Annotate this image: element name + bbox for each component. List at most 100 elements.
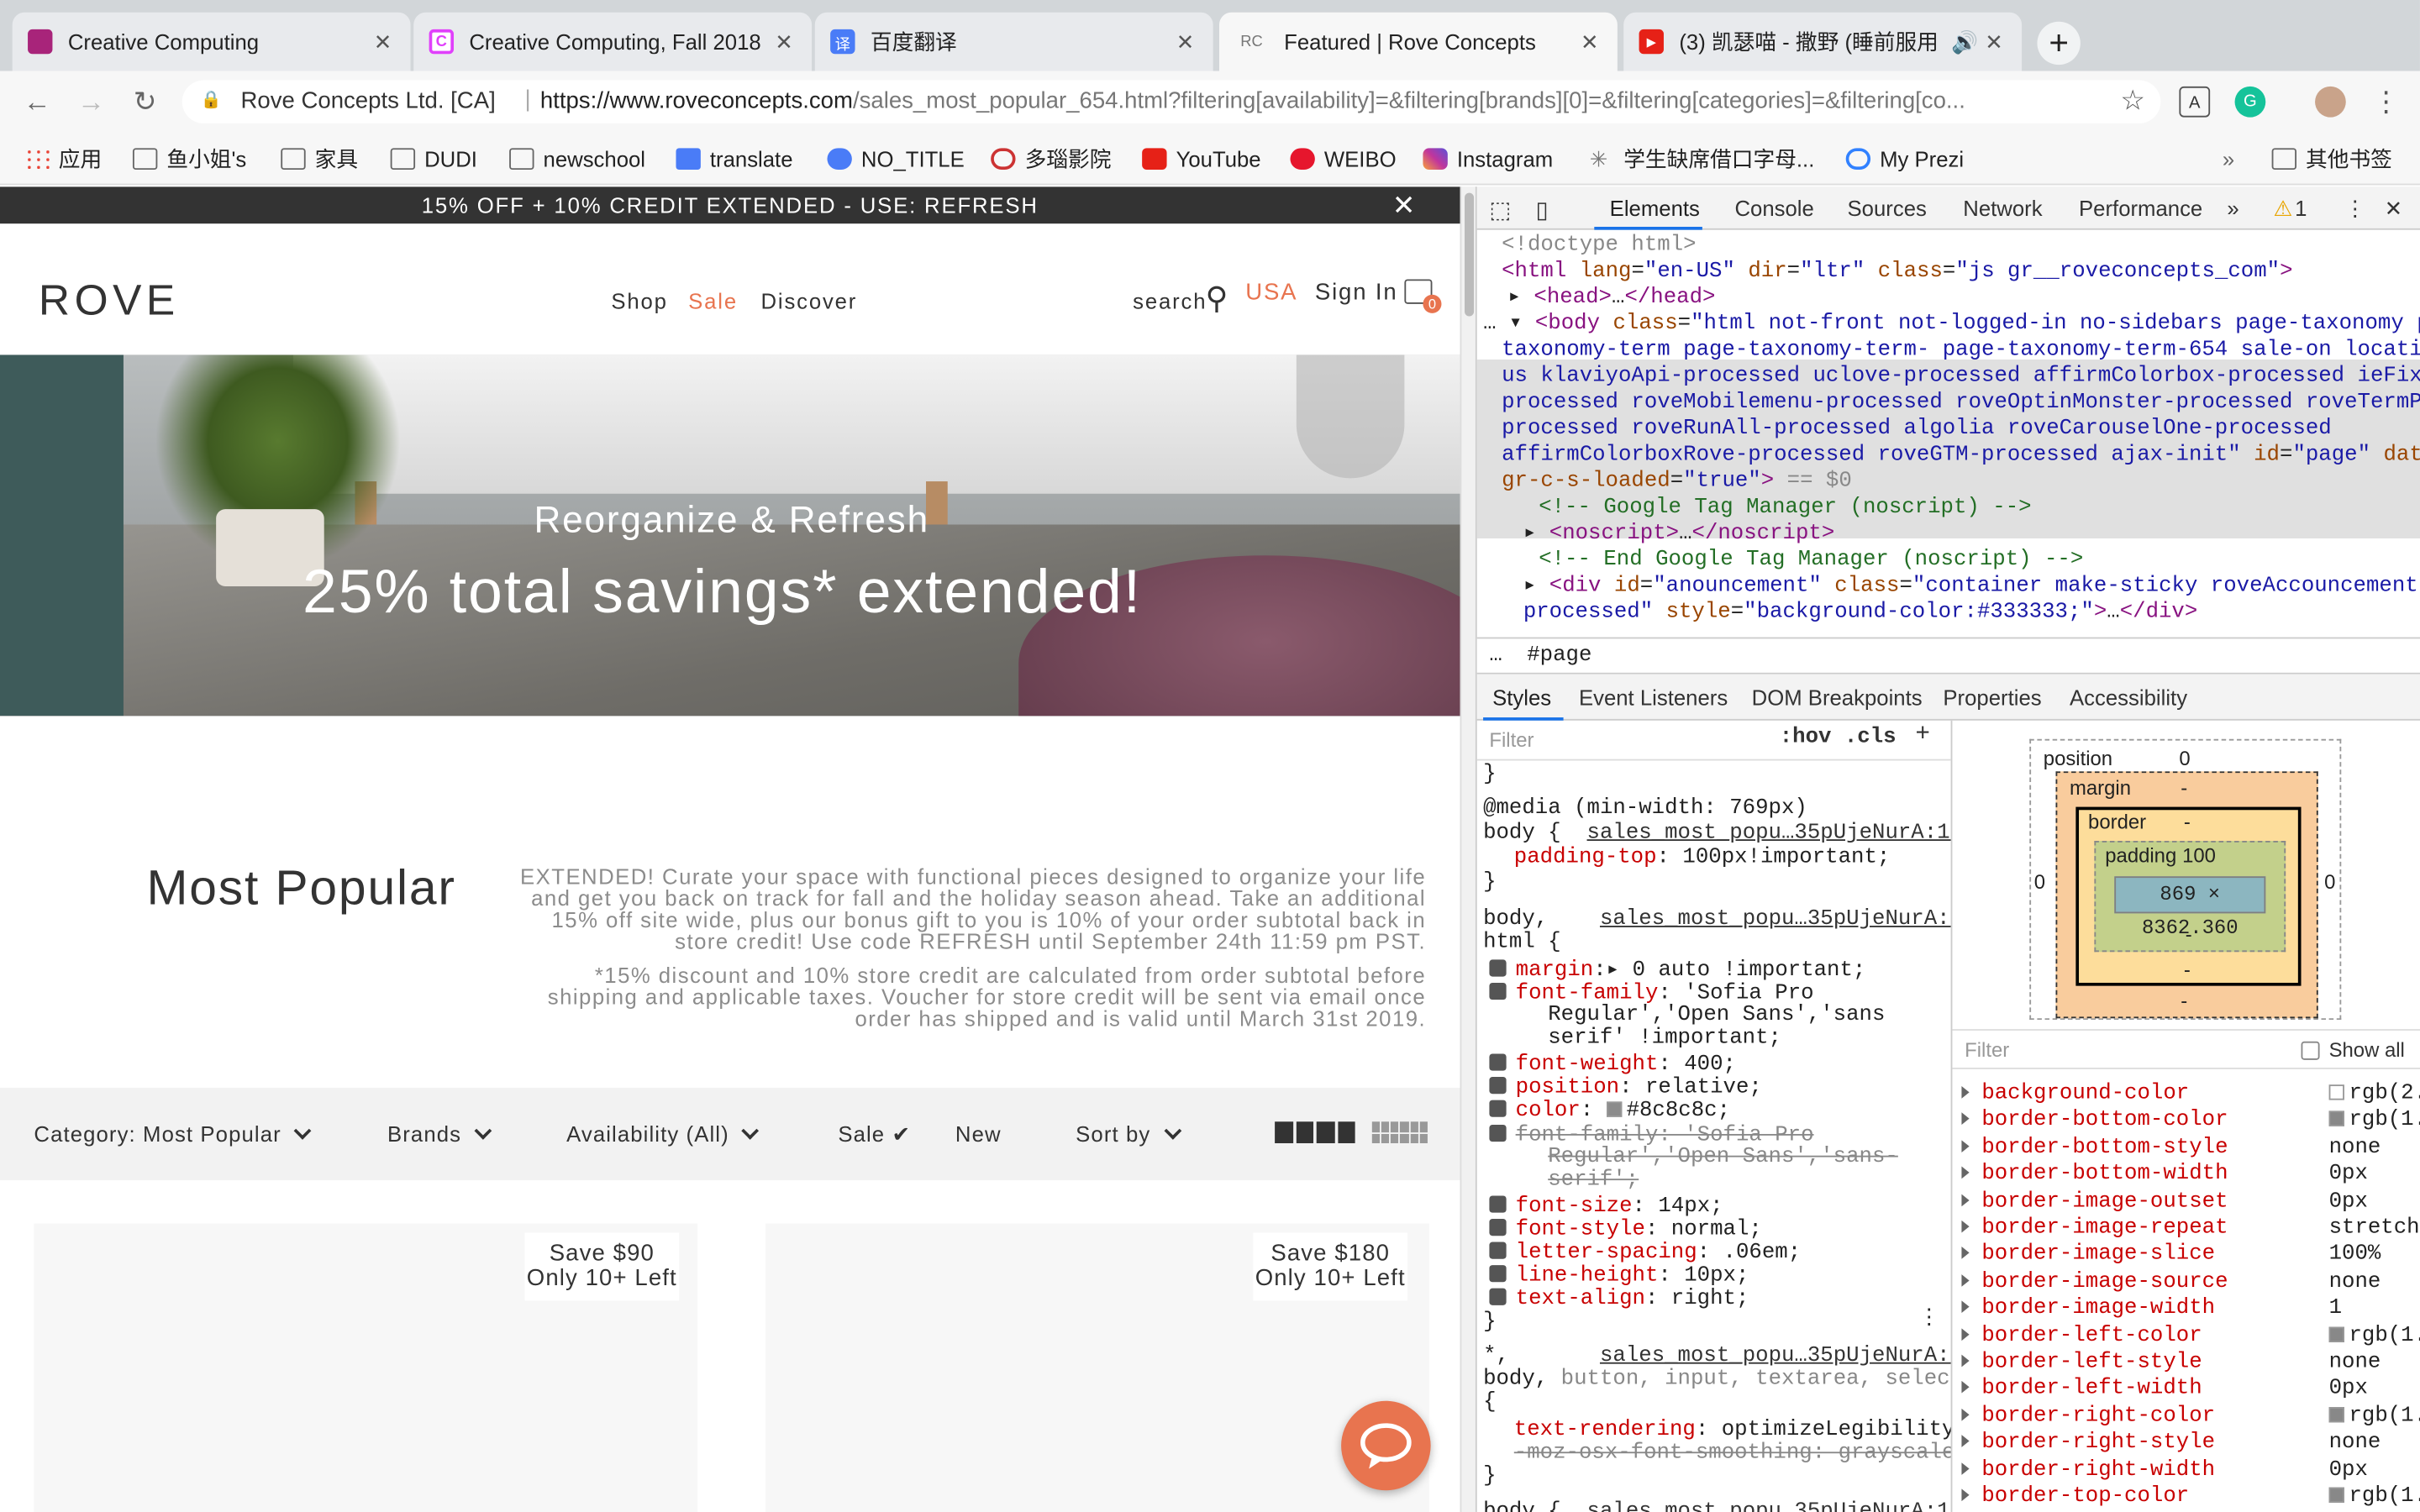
bookmark-folder[interactable]: 鱼小姐's	[132, 144, 246, 175]
box-border[interactable]: border - - padding 100 - 869 × 8362.360	[2075, 806, 2302, 986]
chat-button[interactable]	[1341, 1400, 1431, 1491]
dom-line[interactable]: ▸ <noscript>…</noscript>	[1523, 522, 1834, 547]
expand-arrow-icon[interactable]	[1961, 1462, 1970, 1475]
search-icon[interactable]: ⚲	[1205, 279, 1229, 318]
computed-property-row[interactable]: background-color rgb(2...	[1961, 1082, 2420, 1106]
product-card[interactable]: Save $180 Only 10+ Left	[765, 1223, 1429, 1512]
bookmark-prezi[interactable]: My Prezi	[1845, 144, 1964, 175]
tab-accessibility[interactable]: Accessibility	[2070, 685, 2187, 709]
box-margin[interactable]: margin - - border - - padding 100 - 869 …	[2055, 771, 2318, 1019]
hero-banner[interactable]: Reorganize & Refresh 25% total savings* …	[0, 354, 1460, 717]
close-tab-icon[interactable]: ✕	[371, 29, 395, 55]
computed-property-row[interactable]: border-left-width 0px	[1961, 1377, 2418, 1401]
new-filter[interactable]: New	[955, 1121, 1002, 1146]
dom-tree[interactable]: <!doctype html> <html lang="en-US" dir="…	[1476, 230, 2420, 638]
other-bookmarks-folder[interactable]: 其他书签	[2271, 144, 2392, 175]
dom-line[interactable]: processed" style="background-color:#3333…	[1523, 600, 2197, 625]
computed-property-row[interactable]: border-bottom-width 0px	[1961, 1162, 2418, 1187]
dom-line[interactable]: affirmColorboxRove-processed roveGTM-pro…	[1502, 443, 2420, 468]
filter-input[interactable]: Filter	[1965, 1038, 2009, 1062]
computed-property-row[interactable]: border-image-repeat stretch	[1961, 1215, 2420, 1241]
grid-small-view-icon[interactable]	[1371, 1121, 1428, 1143]
browser-tab[interactable]: ▶ (3) 凯瑟喵 - 撒野 (睡前服用 🔊 ✕	[1623, 12, 2023, 71]
computed-property-row[interactable]: border-image-slice 100%	[1961, 1242, 2418, 1268]
reload-icon[interactable]: ↻	[127, 83, 164, 120]
box-content[interactable]: 869 × 8362.360	[2114, 876, 2266, 940]
style-line[interactable]: -moz-osx-font-smoothing: grayscale;	[1514, 1441, 1951, 1466]
box-value[interactable]: 0	[2034, 870, 2045, 894]
computed-property-row[interactable]: border-image-width 1	[1961, 1296, 2418, 1321]
box-value[interactable]: -	[2184, 810, 2191, 833]
browser-tab[interactable]: 译百度翻译 ✕	[814, 12, 1213, 71]
style-line[interactable]: font-weight: 400;	[1489, 1053, 1736, 1078]
inspect-element-icon[interactable]: ⬚	[1489, 196, 1511, 223]
site-identity[interactable]: Rove Concepts Ltd. [CA]	[241, 88, 496, 114]
close-tab-icon[interactable]: ✕	[771, 29, 796, 55]
back-arrow-icon[interactable]: ←	[18, 83, 55, 120]
close-icon[interactable]: ✕	[1392, 186, 1418, 223]
breadcrumb-ellipsis[interactable]: …	[1489, 643, 1502, 668]
box-padding[interactable]: padding 100 - 869 × 8362.360	[2094, 841, 2286, 953]
new-tab-button[interactable]: +	[2037, 21, 2081, 66]
bookmark-instagram[interactable]: Instagram	[1423, 144, 1553, 175]
menu-kebab-icon[interactable]: ⋮	[2370, 87, 2402, 118]
style-line[interactable]: font-style: normal;	[1489, 1217, 1762, 1242]
computed-property-row[interactable]: border-right-color rgb(1...	[1961, 1404, 2420, 1428]
tab-properties[interactable]: Properties	[1943, 685, 2041, 709]
expand-arrow-icon[interactable]	[1961, 1166, 1970, 1179]
search-link[interactable]: search	[1133, 288, 1207, 312]
nav-sale[interactable]: Sale	[688, 288, 738, 312]
expand-arrow-icon[interactable]	[1961, 1193, 1970, 1206]
dom-line[interactable]: ▸ <div id="anouncement" class="container…	[1523, 574, 2420, 599]
address-bar[interactable]: 🔒 Rove Concepts Ltd. [CA] | https://www.…	[182, 80, 2161, 123]
tab-event-listeners[interactable]: Event Listeners	[1579, 685, 1728, 709]
computed-property-row[interactable]: border-left-color rgb(1...	[1961, 1323, 2420, 1348]
page-scrollbar[interactable]	[1460, 186, 1476, 1512]
expand-arrow-icon[interactable]	[1961, 1435, 1970, 1448]
style-line[interactable]: padding-top: 100px!important;	[1514, 846, 1891, 870]
expand-arrow-icon[interactable]	[1961, 1112, 1970, 1126]
bookmark-absence[interactable]: ✳ 学生缺席借口字母...	[1590, 144, 1815, 175]
forward-arrow-icon[interactable]: →	[72, 83, 109, 120]
bookmark-folder[interactable]: 家具	[281, 144, 358, 175]
sale-filter[interactable]: Sale ✔	[838, 1121, 911, 1147]
site-logo[interactable]: ROVE	[39, 276, 180, 326]
computed-property-row[interactable]: border-bottom-style none	[1961, 1135, 2418, 1160]
brands-filter[interactable]: Brands	[387, 1121, 492, 1147]
url-text[interactable]: https://www.roveconcepts.com/sales_most_…	[540, 88, 2084, 114]
grammarly-extension-icon[interactable]: G	[2234, 86, 2266, 118]
expand-arrow-icon[interactable]	[1961, 1381, 1970, 1394]
profile-avatar[interactable]	[2315, 86, 2346, 118]
sort-by-dropdown[interactable]: Sort by	[1076, 1121, 1181, 1147]
breadcrumb-item[interactable]: #page	[1527, 643, 1591, 668]
availability-filter[interactable]: Availability (All)	[566, 1121, 760, 1147]
close-tab-icon[interactable]: ✕	[1981, 29, 2006, 55]
sign-in-link[interactable]: Sign In	[1315, 279, 1398, 305]
tab-console[interactable]: Console	[1734, 196, 1813, 220]
expand-arrow-icon[interactable]	[1961, 1247, 1970, 1260]
scrollbar-thumb[interactable]	[1465, 192, 1475, 317]
dom-line[interactable]: <!doctype html>	[1502, 233, 1696, 258]
hov-toggle[interactable]: :hov	[1780, 726, 1832, 750]
dom-line[interactable]: <html lang="en-US" dir="ltr" class="js g…	[1502, 260, 2292, 285]
more-tabs-icon[interactable]: »	[2227, 196, 2238, 220]
box-value[interactable]: -	[2181, 989, 2187, 1012]
computed-property-row[interactable]: border-right-width 0px	[1961, 1457, 2418, 1482]
cls-toggle[interactable]: .cls	[1844, 726, 1897, 750]
expand-arrow-icon[interactable]	[1961, 1139, 1970, 1152]
expand-arrow-icon[interactable]	[1961, 1488, 1970, 1502]
browser-tab[interactable]: C Creative Computing, Fall 2018 ✕	[413, 12, 813, 71]
dom-line[interactable]: processed roveRunAll-processed algolia r…	[1502, 417, 2332, 442]
style-line[interactable]: position: relative;	[1489, 1075, 1762, 1100]
close-devtools-icon[interactable]: ✕	[2385, 196, 2403, 222]
bookmark-duonao[interactable]: 多瑙影院	[991, 144, 1111, 175]
add-rule-icon[interactable]: +	[1915, 722, 1930, 747]
dom-line[interactable]: <!-- Google Tag Manager (noscript) -->	[1539, 496, 2031, 521]
style-line[interactable]: line-height: 10px;	[1489, 1263, 1749, 1289]
style-line[interactable]: text-align: right;	[1489, 1287, 1749, 1312]
product-card[interactable]: Save $90 Only 10+ Left	[34, 1223, 698, 1512]
expand-arrow-icon[interactable]	[1961, 1327, 1970, 1341]
expand-arrow-icon[interactable]	[1961, 1408, 1970, 1421]
bookmark-folder[interactable]: newschool	[509, 144, 645, 175]
dom-line[interactable]: taxonomy-term page-taxonomy-term- page-t…	[1502, 338, 2420, 363]
